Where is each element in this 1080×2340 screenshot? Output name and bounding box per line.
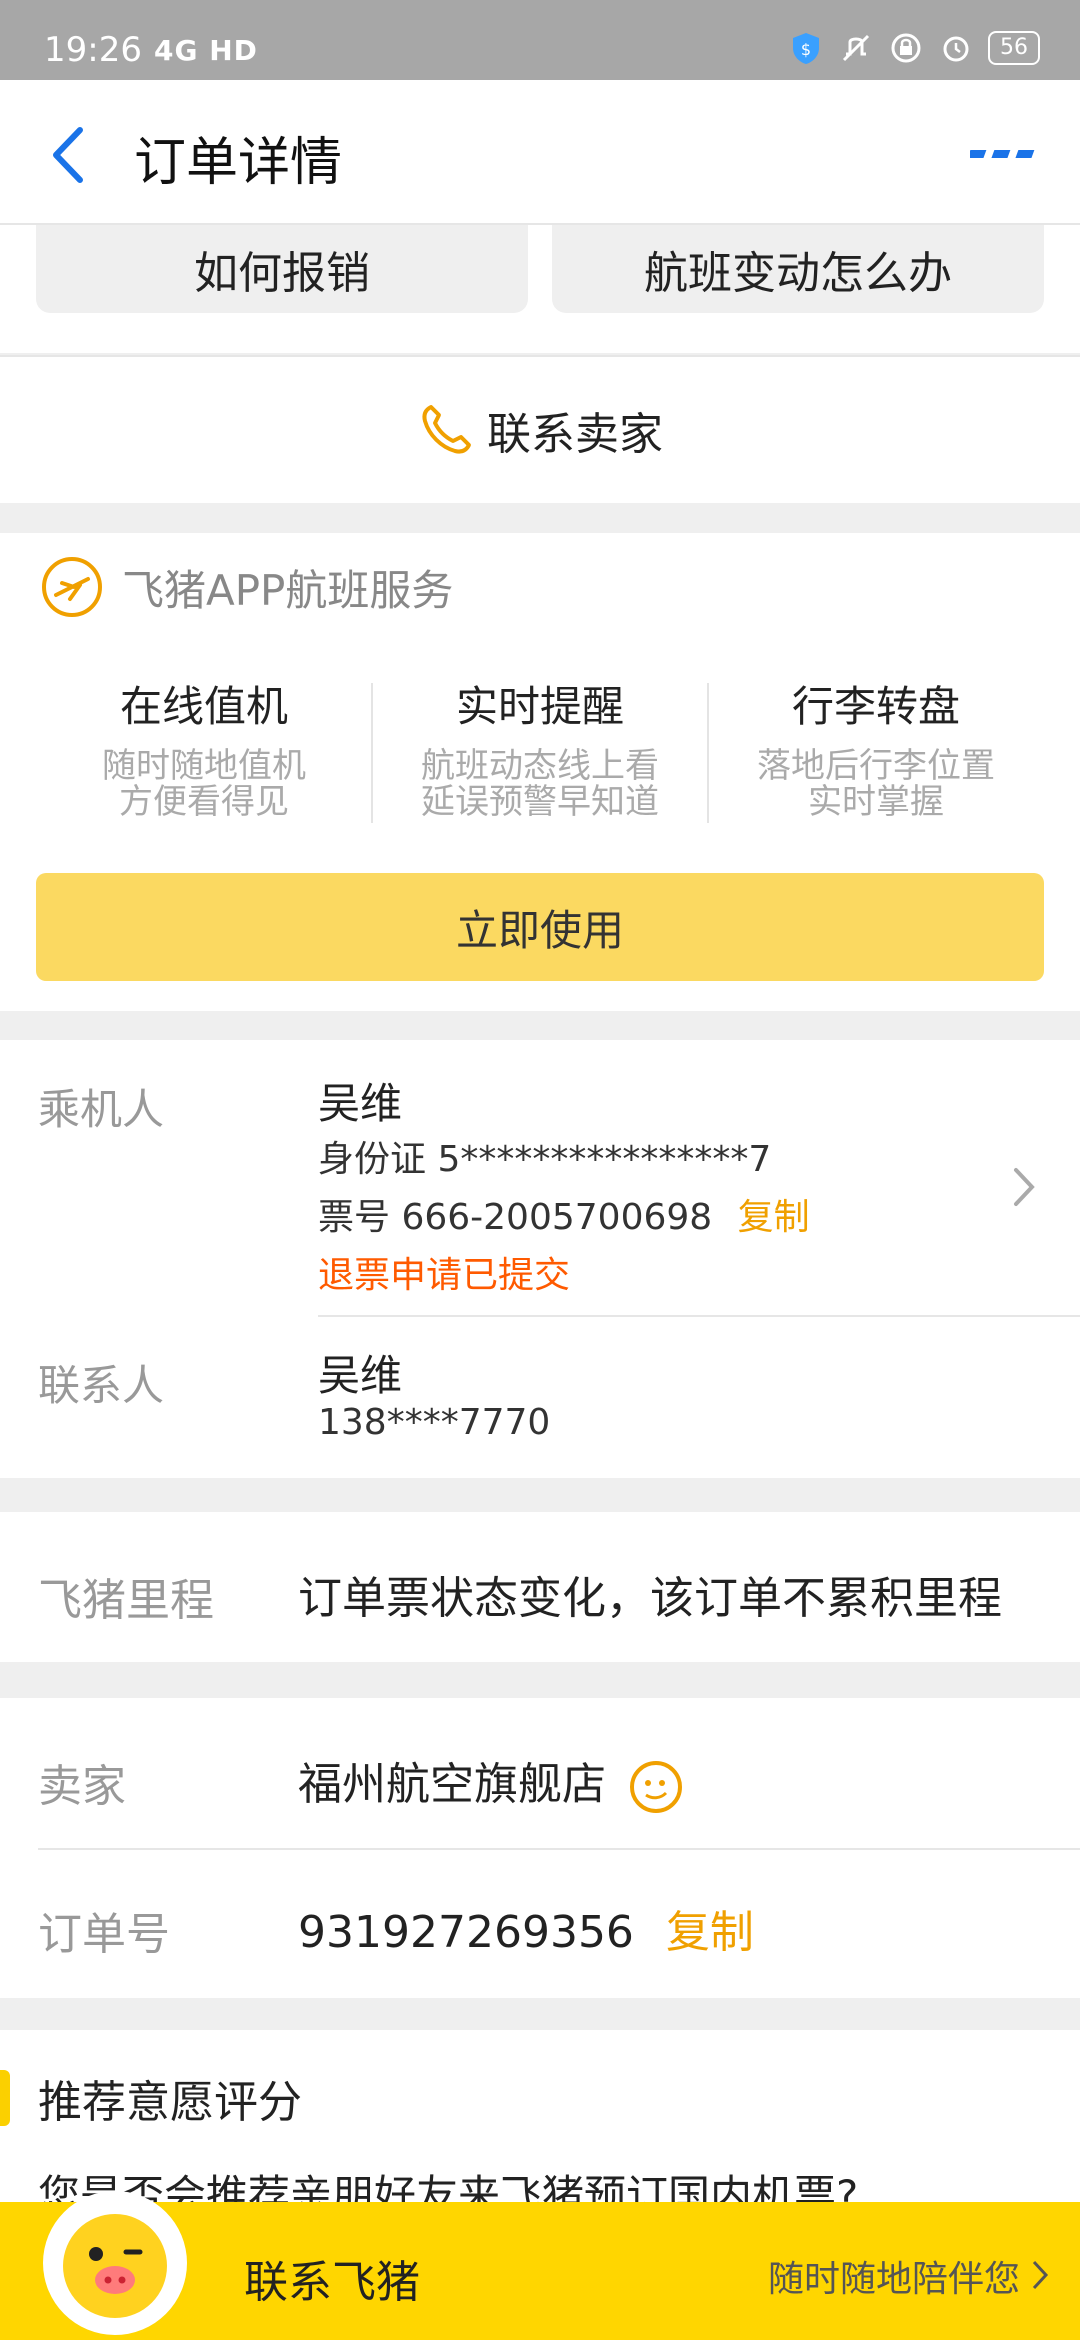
quick-actions: 如何报销 航班变动怎么办 — [0, 225, 1080, 353]
reimburse-button[interactable]: 如何报销 — [36, 225, 528, 313]
section-accent-bar — [0, 2070, 10, 2126]
contact-phone: 138****7770 — [318, 1402, 551, 1443]
feature-desc-line: 落地后行李位置 — [757, 746, 995, 786]
feature-desc-line: 延误预警早知道 — [421, 782, 659, 822]
recommend-title: 推荐意愿评分 — [38, 2077, 302, 2128]
mileage-label: 飞猪里程 — [38, 1575, 214, 1626]
contact-fliggy-label: 联系飞猪 — [244, 2257, 420, 2308]
use-now-button[interactable]: 立即使用 — [36, 873, 1044, 981]
service-title: 飞猪APP航班服务 — [122, 565, 454, 615]
order-label: 订单号 — [38, 1909, 170, 1960]
feature-desc-line: 实时掌握 — [808, 782, 944, 822]
feature-realtime-alert: 实时提醒 航班动态线上看 延误预警早知道 — [372, 673, 708, 820]
passenger-card[interactable]: 乘机人 吴维 身份证 5****************7 票号 666-200… — [0, 1040, 1080, 1478]
refund-status: 退票申请已提交 — [318, 1255, 571, 1296]
seller-name: 福州航空旗舰店 — [298, 1759, 606, 1810]
more-icon[interactable] — [970, 140, 1040, 170]
passenger-label: 乘机人 — [38, 1085, 165, 1134]
svg-text:$: $ — [801, 40, 811, 59]
copy-order-button[interactable]: 复制 — [666, 1907, 754, 1958]
copy-ticket-button[interactable]: 复制 — [738, 1197, 810, 1238]
mileage-value: 订单票状态变化，该订单不累积里程 — [298, 1573, 1002, 1624]
contact-seller-label: 联系卖家 — [487, 409, 663, 460]
status-time: 19:26 — [44, 30, 142, 70]
chat-face-icon[interactable] — [628, 1759, 684, 1815]
network-indicator: 4G HD — [154, 34, 258, 67]
order-number: 931927269356 — [298, 1907, 634, 1958]
mileage-card: 飞猪里程 订单票状态变化，该订单不累积里程 — [0, 1512, 1080, 1662]
flight-change-button[interactable]: 航班变动怎么办 — [552, 225, 1044, 313]
feature-online-checkin: 在线值机 随时随地值机 方便看得见 — [36, 673, 372, 820]
passenger-name: 吴维 — [318, 1079, 403, 1128]
order-row: 931927269356 复制 — [298, 1896, 754, 1960]
shield-icon: $ — [788, 30, 824, 66]
contact-label: 联系人 — [38, 1361, 165, 1410]
divider — [38, 1848, 1080, 1850]
fliggy-mascot-avatar — [43, 2191, 187, 2335]
contact-name: 吴维 — [318, 1351, 403, 1400]
seller-card: 卖家 福州航空旗舰店 订单号 931927269356 复制 — [0, 1698, 1080, 1998]
feature-desc-line: 随时随地值机 — [102, 746, 306, 786]
alarm-icon — [938, 30, 974, 66]
page-title: 订单详情 — [134, 133, 343, 193]
phone-icon — [422, 405, 471, 454]
contact-fliggy-sub: 随时随地陪伴您 — [767, 2259, 1020, 2300]
chevron-right-icon[interactable] — [1010, 1162, 1040, 1212]
contact-seller-button[interactable]: 联系卖家 — [0, 355, 1080, 503]
feature-desc-line: 方便看得见 — [119, 782, 289, 822]
service-header: 飞猪APP航班服务 — [40, 555, 453, 619]
feature-desc: 落地后行李位置 实时掌握 — [708, 748, 1044, 820]
nav-bar: 订单详情 — [0, 80, 1080, 225]
feature-title: 在线值机 — [119, 682, 288, 731]
status-icons: $ 56 — [788, 30, 1040, 66]
feature-title: 实时提醒 — [455, 682, 624, 731]
status-bar: 19:26 4G HD $ 56 — [0, 0, 1080, 80]
flight-service-card: 飞猪APP航班服务 在线值机 随时随地值机 方便看得见 实时提醒 航班动态线上看… — [0, 533, 1080, 1011]
feature-desc: 航班动态线上看 延误预警早知道 — [372, 748, 708, 820]
contact-fliggy-bar[interactable]: 联系飞猪 随时随地陪伴您 — [0, 2191, 1080, 2340]
ticket-number: 票号 666-2005700698 — [318, 1197, 713, 1238]
seller-row[interactable]: 福州航空旗舰店 — [298, 1748, 684, 1815]
mute-icon — [838, 30, 874, 66]
chevron-right-icon — [1032, 2260, 1049, 2290]
divider — [318, 1315, 1080, 1317]
feature-baggage-carousel: 行李转盘 落地后行李位置 实时掌握 — [708, 673, 1044, 820]
feature-title: 行李转盘 — [791, 682, 960, 731]
passenger-id: 身份证 5****************7 — [318, 1139, 772, 1180]
battery-indicator: 56 — [988, 31, 1040, 65]
plane-service-icon — [42, 557, 102, 617]
back-arrow-icon[interactable] — [40, 120, 100, 190]
feature-desc: 随时随地值机 方便看得见 — [36, 748, 372, 820]
feature-desc-line: 航班动态线上看 — [421, 746, 659, 786]
ticket-number-row: 票号 666-2005700698 复制 — [318, 1188, 810, 1240]
seller-label: 卖家 — [38, 1761, 126, 1812]
lock-icon — [888, 30, 924, 66]
